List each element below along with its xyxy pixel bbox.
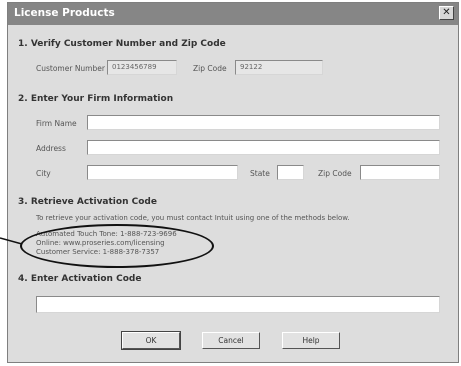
help-button[interactable]: Help	[282, 332, 340, 349]
title-bar: License Products ✕	[8, 3, 458, 25]
section4-heading: 4. Enter Activation Code	[18, 274, 142, 284]
city-input[interactable]	[87, 165, 238, 180]
customer-number-field[interactable]: 0123456789	[107, 60, 177, 75]
callout-oval	[20, 224, 214, 268]
section1-heading: 1. Verify Customer Number and Zip Code	[18, 39, 226, 49]
state-label: State	[250, 169, 270, 178]
firm-name-input[interactable]	[87, 115, 440, 130]
section3-heading: 3. Retrieve Activation Code	[18, 197, 157, 207]
close-icon: ✕	[442, 7, 451, 18]
firm-name-label: Firm Name	[36, 119, 77, 128]
address-input[interactable]	[87, 140, 440, 155]
customer-zip-value: 92122	[240, 63, 263, 71]
city-label: City	[36, 169, 51, 178]
close-button[interactable]: ✕	[439, 6, 454, 20]
dialog-title: License Products	[14, 7, 115, 19]
address-label: Address	[36, 144, 66, 153]
license-products-dialog: License Products ✕ 1. Verify Customer Nu…	[7, 2, 459, 363]
firm-zip-input[interactable]	[360, 165, 440, 180]
section2-heading: 2. Enter Your Firm Information	[18, 94, 174, 104]
state-input[interactable]	[277, 165, 304, 180]
zip-code-label: Zip Code	[193, 64, 227, 73]
cancel-button[interactable]: Cancel	[202, 332, 260, 349]
customer-zip-field[interactable]: 92122	[235, 60, 323, 75]
activation-code-input[interactable]	[36, 296, 440, 313]
ok-button[interactable]: OK	[121, 331, 181, 350]
activation-instructions: To retrieve your activation code, you mu…	[36, 214, 350, 222]
customer-number-value: 0123456789	[112, 63, 157, 71]
customer-number-label: Customer Number	[36, 64, 105, 73]
firm-zip-label: Zip Code	[318, 169, 352, 178]
